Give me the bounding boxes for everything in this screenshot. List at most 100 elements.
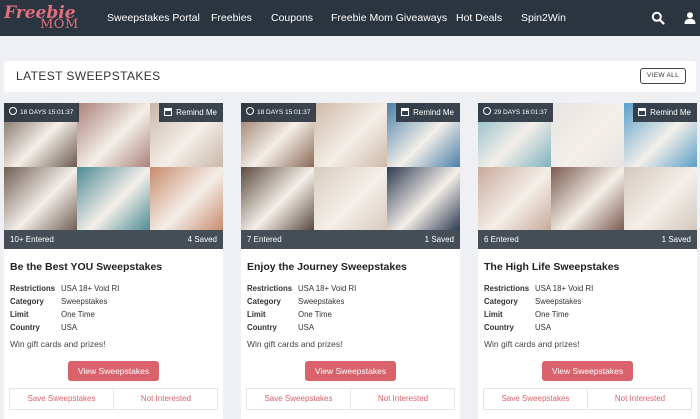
view-sweepstakes-button[interactable]: View Sweepstakes (542, 361, 633, 381)
nav-freebies[interactable]: Freebies (211, 0, 252, 36)
latest-sweepstakes-header: LATEST SWEEPSTAKES VIEW ALL (4, 61, 696, 92)
collage-photo (551, 167, 624, 230)
collage-photo (150, 167, 223, 230)
sweepstakes-image-collage[interactable]: 18 DAYS 15:01:37 Remind Me 10+ Entered 4… (4, 103, 223, 249)
countdown-timer: 18 DAYS 15:01:37 (241, 103, 317, 122)
nav-coupons[interactable]: Coupons (271, 0, 313, 36)
country-label: Country (247, 323, 277, 332)
sweepstakes-image-collage[interactable]: 29 DAYS 16:01:37 Remind Me 6 Entered 1 S… (478, 103, 697, 249)
category-label: Category (10, 297, 44, 306)
logo-line-2: MOM (40, 17, 79, 32)
restrictions-label: Restrictions (247, 284, 293, 293)
limit-row: Limit One Time (484, 310, 569, 319)
card-title[interactable]: Enjoy the Journey Sweepstakes (247, 261, 407, 273)
limit-label: Limit (10, 310, 29, 319)
card-description: Win gift cards and prizes! (484, 339, 580, 349)
entered-count: 10+ Entered (10, 235, 54, 244)
view-all-button[interactable]: VIEW ALL (640, 68, 686, 84)
entered-count: 6 Entered (484, 235, 519, 244)
card-actions: Save Sweepstakes Not Interested (246, 388, 455, 410)
country-label: Country (484, 323, 514, 332)
nav-sweepstakes-portal[interactable]: Sweepstakes Portal (107, 0, 200, 36)
entry-stats-bar: 7 Entered 1 Saved (241, 230, 460, 249)
saved-count: 4 Saved (187, 235, 217, 244)
calendar-icon (164, 108, 173, 116)
sweepstakes-image-collage[interactable]: 18 DAYS 15:01:37 Remind Me 7 Entered 1 S… (241, 103, 460, 249)
restrictions-value: USA 18+ Void RI (298, 284, 357, 293)
country-row: Country USA (247, 323, 314, 332)
not-interested-button[interactable]: Not Interested (589, 389, 691, 409)
search-icon[interactable] (651, 11, 665, 25)
category-row: Category Sweepstakes (484, 297, 581, 306)
restrictions-row: Restrictions USA 18+ Void RI (247, 284, 356, 293)
card-description: Win gift cards and prizes! (247, 339, 343, 349)
calendar-icon (638, 108, 647, 116)
nav-freebie-mom-giveaways[interactable]: Freebie Mom Giveaways (331, 0, 447, 36)
limit-value: One Time (535, 310, 569, 319)
remind-me-button[interactable]: Remind Me (159, 103, 223, 122)
countdown-text: 29 DAYS 16:01:37 (494, 109, 548, 116)
collage-photo (387, 167, 460, 230)
country-value: USA (298, 323, 315, 332)
card-actions: Save Sweepstakes Not Interested (483, 388, 692, 410)
limit-label: Limit (247, 310, 266, 319)
category-row: Category Sweepstakes (10, 297, 107, 306)
restrictions-value: USA 18+ Void RI (535, 284, 594, 293)
restrictions-value: USA 18+ Void RI (61, 284, 120, 293)
countdown-timer: 29 DAYS 16:01:37 (478, 103, 554, 122)
remind-me-label: Remind Me (413, 108, 454, 117)
top-navigation-bar: Freebie MOM Sweepstakes Portal Freebies … (0, 0, 700, 36)
remind-me-label: Remind Me (650, 108, 691, 117)
category-value: Sweepstakes (535, 297, 582, 306)
collage-photo (314, 103, 387, 167)
sweepstakes-card: 18 DAYS 15:01:37 Remind Me 7 Entered 1 S… (241, 103, 460, 419)
countdown-timer: 18 DAYS 15:01:37 (4, 103, 80, 122)
restrictions-row: Restrictions USA 18+ Void RI (484, 284, 593, 293)
remind-me-label: Remind Me (176, 108, 217, 117)
view-sweepstakes-button[interactable]: View Sweepstakes (68, 361, 159, 381)
remind-me-button[interactable]: Remind Me (633, 103, 697, 122)
saved-count: 1 Saved (661, 235, 691, 244)
remind-me-button[interactable]: Remind Me (396, 103, 460, 122)
save-sweepstakes-button[interactable]: Save Sweepstakes (10, 389, 114, 409)
card-title[interactable]: Be the Best YOU Sweepstakes (10, 261, 162, 273)
collage-photo (624, 167, 697, 230)
nav-spin2win[interactable]: Spin2Win (521, 0, 566, 36)
country-label: Country (10, 323, 40, 332)
not-interested-button[interactable]: Not Interested (352, 389, 454, 409)
save-sweepstakes-button[interactable]: Save Sweepstakes (247, 389, 351, 409)
restrictions-label: Restrictions (484, 284, 530, 293)
category-value: Sweepstakes (61, 297, 108, 306)
collage-photo (478, 167, 551, 230)
country-value: USA (61, 323, 78, 332)
entry-stats-bar: 10+ Entered 4 Saved (4, 230, 223, 249)
collage-photo (77, 103, 150, 167)
nav-hot-deals[interactable]: Hot Deals (456, 0, 502, 36)
user-icon[interactable] (683, 11, 697, 25)
calendar-icon (401, 108, 410, 116)
collage-photo (314, 167, 387, 230)
not-interested-button[interactable]: Not Interested (115, 389, 217, 409)
clock-icon (483, 107, 491, 115)
freebie-mom-logo[interactable]: Freebie MOM (4, 3, 78, 33)
save-sweepstakes-button[interactable]: Save Sweepstakes (484, 389, 588, 409)
card-actions: Save Sweepstakes Not Interested (9, 388, 218, 410)
entered-count: 7 Entered (247, 235, 282, 244)
restrictions-row: Restrictions USA 18+ Void RI (10, 284, 119, 293)
collage-photo (77, 167, 150, 230)
category-value: Sweepstakes (298, 297, 345, 306)
restrictions-label: Restrictions (10, 284, 56, 293)
country-value: USA (535, 323, 552, 332)
collage-photo (551, 103, 624, 167)
card-title[interactable]: The High Life Sweepstakes (484, 261, 619, 273)
limit-value: One Time (298, 310, 332, 319)
category-label: Category (247, 297, 281, 306)
view-sweepstakes-button[interactable]: View Sweepstakes (305, 361, 396, 381)
saved-count: 1 Saved (424, 235, 454, 244)
category-row: Category Sweepstakes (247, 297, 344, 306)
country-row: Country USA (484, 323, 551, 332)
countdown-text: 18 DAYS 15:01:37 (20, 109, 74, 116)
category-label: Category (484, 297, 518, 306)
limit-label: Limit (484, 310, 503, 319)
limit-row: Limit One Time (247, 310, 332, 319)
